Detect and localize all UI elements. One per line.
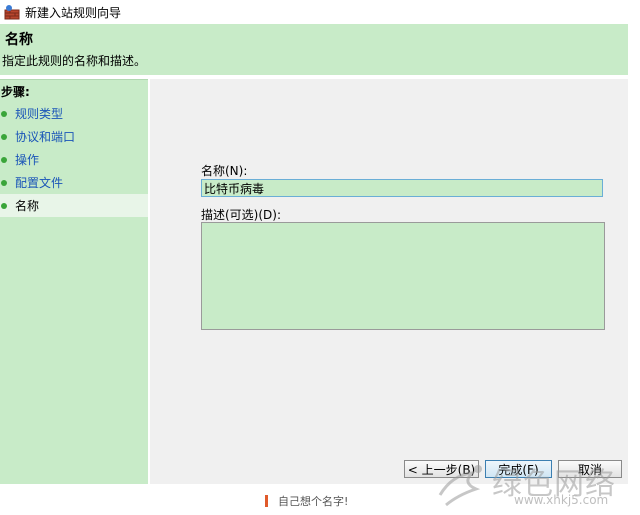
step-name-current[interactable]: 名称	[0, 194, 148, 217]
wizard-header: 名称 指定此规则的名称和描述。	[0, 24, 628, 75]
name-input[interactable]	[201, 179, 603, 197]
caption: 自己想个名字!	[265, 493, 348, 509]
step-label: 协议和端口	[15, 130, 76, 144]
step-action[interactable]: 操作	[0, 148, 148, 171]
step-label: 操作	[15, 153, 40, 167]
page-title: 名称	[5, 32, 33, 48]
wizard-content: 名称(N): 描述(可选)(D): < 上一步(B) 完成(F) 取消	[150, 79, 628, 484]
window-title: 新建入站规则向导	[25, 5, 122, 20]
watermark-logo: 绿色网络 www.xhkj5.com	[432, 455, 637, 511]
steps-list: 规则类型 协议和端口 操作 配置文件 名称	[0, 102, 148, 217]
step-bullet-icon	[1, 110, 7, 117]
window-frame-edge	[628, 24, 640, 484]
watermark-swirl-icon	[438, 465, 482, 507]
step-bullet-icon	[1, 179, 7, 186]
watermark-url: www.xhkj5.com	[514, 493, 609, 507]
name-field-label: 名称(N):	[201, 164, 248, 178]
step-profile[interactable]: 配置文件	[0, 171, 148, 194]
step-label: 规则类型	[15, 107, 64, 121]
step-protocol-ports[interactable]: 协议和端口	[0, 125, 148, 148]
steps-label: 步骤:	[1, 85, 30, 99]
description-field-label: 描述(可选)(D):	[201, 208, 282, 222]
step-bullet-icon	[1, 133, 7, 140]
description-textarea[interactable]	[201, 222, 605, 330]
step-bullet-icon	[1, 202, 7, 209]
title-bar: 新建入站规则向导	[0, 0, 640, 24]
caption-marker	[265, 495, 268, 507]
step-bullet-icon	[1, 156, 7, 163]
steps-sidebar: 步骤: 规则类型 协议和端口 操作 配置文件 名称	[0, 79, 148, 485]
step-label: 配置文件	[15, 176, 64, 190]
page-description: 指定此规则的名称和描述。	[2, 54, 147, 68]
step-label: 名称	[15, 199, 40, 213]
firewall-icon	[4, 4, 20, 20]
step-rule-type[interactable]: 规则类型	[0, 102, 148, 125]
caption-text: 自己想个名字!	[278, 495, 349, 508]
